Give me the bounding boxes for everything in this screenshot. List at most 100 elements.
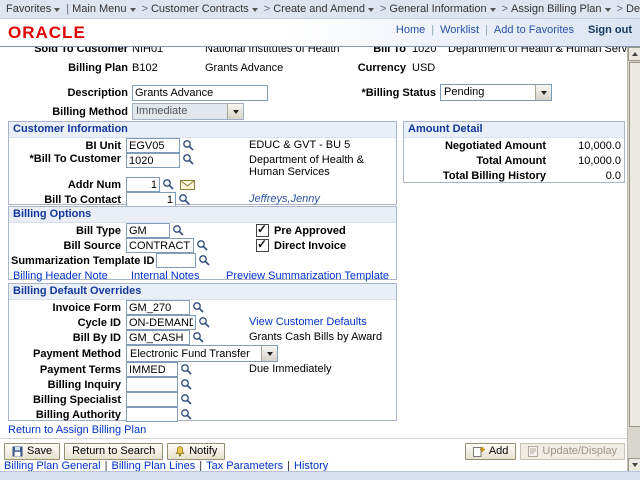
update-display-icon bbox=[528, 445, 539, 457]
home-link[interactable]: Home bbox=[396, 24, 425, 36]
breadcrumb-favorites-label: Favorites bbox=[6, 3, 52, 15]
negotiated-amount-value: 10,000.0 bbox=[578, 139, 621, 152]
breadcrumb-separator bbox=[502, 3, 508, 15]
amount-row: Total Amount 10,000.0 bbox=[404, 153, 624, 168]
direct-invoice-checkbox[interactable] bbox=[256, 237, 269, 252]
billing-inquiry-label: Billing Inquiry bbox=[47, 378, 121, 391]
sold-to-customer-label: Sold To Customer bbox=[34, 47, 128, 55]
caret-down-icon bbox=[604, 7, 611, 12]
mail-icon[interactable] bbox=[180, 179, 195, 190]
lookup-icon[interactable] bbox=[172, 224, 185, 237]
chevron-down-icon bbox=[227, 104, 243, 119]
lookup-icon[interactable] bbox=[180, 378, 193, 391]
field-row-bill-source: Bill Source Direct Invoice bbox=[9, 237, 396, 253]
lookup-icon[interactable] bbox=[192, 301, 205, 314]
lookup-icon[interactable] bbox=[192, 331, 205, 344]
payment-method-select[interactable]: Electronic Fund Transfer bbox=[126, 345, 278, 362]
header-bar: ORACLE Home Worklist Add to Favorites Si… bbox=[0, 19, 640, 47]
billing-specialist-input[interactable] bbox=[126, 392, 178, 407]
section-title: Amount Detail bbox=[404, 122, 624, 138]
payment-terms-input[interactable] bbox=[126, 362, 178, 377]
breadcrumb-general-information[interactable]: General Information bbox=[389, 3, 498, 15]
lookup-icon[interactable] bbox=[198, 316, 211, 329]
bill-to-contact-input[interactable] bbox=[126, 192, 176, 207]
add-to-favorites-link[interactable]: Add to Favorites bbox=[494, 24, 574, 36]
billing-options-links-row: Billing Header Note Internal Notes Previ… bbox=[9, 268, 396, 283]
summarization-template-id-input[interactable] bbox=[156, 253, 196, 268]
caret-down-icon bbox=[54, 7, 61, 12]
bill-by-id-label: Bill By ID bbox=[72, 331, 121, 344]
negotiated-amount-label: Negotiated Amount bbox=[444, 139, 546, 152]
cycle-id-label: Cycle ID bbox=[77, 316, 121, 329]
preview-summarization-template-link[interactable]: Preview Summarization Template bbox=[226, 270, 389, 282]
lookup-icon[interactable] bbox=[180, 393, 193, 406]
bottom-status-bar bbox=[0, 471, 640, 480]
invoice-form-input[interactable] bbox=[126, 300, 190, 315]
lookup-icon[interactable] bbox=[196, 239, 209, 252]
total-amount-value: 10,000.0 bbox=[578, 154, 621, 167]
worklist-link[interactable]: Worklist bbox=[440, 24, 479, 36]
lookup-icon[interactable] bbox=[178, 193, 191, 206]
bill-type-label: Bill Type bbox=[75, 224, 121, 237]
payment-method-label: Payment Method bbox=[32, 347, 121, 360]
return-to-assign-billing-plan-link[interactable]: Return to Assign Billing Plan bbox=[8, 424, 146, 436]
bill-to-contact-name: Jeffreys,Jenny bbox=[249, 193, 320, 205]
notify-button[interactable]: Notify bbox=[167, 442, 226, 460]
breadcrumb-separator bbox=[380, 3, 386, 15]
define-billing-plan-screen: Favorites Main Menu Customer Contracts C… bbox=[0, 0, 640, 480]
bill-to-value: 1020 bbox=[412, 47, 437, 55]
scroll-down-icon[interactable] bbox=[628, 458, 640, 472]
return-to-search-button[interactable]: Return to Search bbox=[64, 442, 164, 460]
chevron-down-icon bbox=[261, 346, 277, 361]
bill-by-id-desc: Grants Cash Bills by Award bbox=[249, 331, 383, 343]
breadcrumb-main-menu[interactable]: Main Menu bbox=[72, 3, 138, 15]
field-row-bill-type: Bill Type Pre Approved bbox=[9, 222, 396, 238]
breadcrumb-favorites[interactable]: Favorites bbox=[6, 3, 63, 15]
bill-to-desc: Department of Health & Human Services bbox=[448, 47, 627, 55]
sold-to-customer-value: NIH01 bbox=[132, 47, 164, 55]
sign-out-link[interactable]: Sign out bbox=[588, 24, 632, 36]
billing-header-note-link[interactable]: Billing Header Note bbox=[13, 270, 108, 282]
lookup-icon[interactable] bbox=[180, 363, 193, 376]
description-row: Description *Billing Status Pending bbox=[0, 84, 627, 101]
cycle-id-input[interactable] bbox=[126, 315, 196, 330]
amount-row: Total Billing History 0.0 bbox=[404, 168, 624, 183]
lookup-icon[interactable] bbox=[198, 254, 211, 267]
scrollbar-thumb[interactable] bbox=[629, 62, 640, 427]
caret-down-icon bbox=[367, 7, 374, 12]
add-button[interactable]: Add bbox=[464, 442, 517, 460]
breadcrumb-create-and-amend[interactable]: Create and Amend bbox=[273, 3, 377, 15]
save-button[interactable]: Save bbox=[4, 442, 61, 460]
breadcrumb-define-billing-plan[interactable]: Define Billing Plan bbox=[626, 3, 640, 15]
billing-inquiry-input[interactable] bbox=[126, 377, 178, 392]
lookup-icon[interactable] bbox=[182, 139, 195, 152]
vertical-scrollbar[interactable] bbox=[627, 47, 640, 472]
field-row-cycle-id: Cycle ID View Customer Defaults bbox=[9, 315, 396, 330]
breadcrumb-assign-billing-plan[interactable]: Assign Billing Plan bbox=[511, 3, 614, 15]
view-customer-defaults-link[interactable]: View Customer Defaults bbox=[249, 316, 367, 328]
caret-down-icon bbox=[129, 7, 136, 12]
lookup-icon[interactable] bbox=[180, 408, 193, 421]
bill-to-customer-input[interactable] bbox=[126, 153, 180, 168]
billing-status-select[interactable]: Pending bbox=[440, 84, 552, 101]
billing-authority-input[interactable] bbox=[126, 407, 178, 422]
addr-num-input[interactable] bbox=[126, 177, 160, 192]
lookup-icon[interactable] bbox=[182, 153, 195, 166]
bill-source-input[interactable] bbox=[126, 238, 194, 253]
bill-by-id-input[interactable] bbox=[126, 330, 190, 345]
breadcrumb-separator bbox=[617, 3, 623, 15]
lookup-icon[interactable] bbox=[162, 178, 175, 191]
bill-type-input[interactable] bbox=[126, 223, 170, 238]
scroll-up-icon[interactable] bbox=[628, 47, 640, 61]
pre-approved-checkbox[interactable] bbox=[256, 222, 269, 237]
breadcrumb-customer-contracts[interactable]: Customer Contracts bbox=[151, 3, 261, 15]
amount-row: Negotiated Amount 10,000.0 bbox=[404, 138, 624, 153]
toolbar-right-group: Add Update/Display bbox=[464, 442, 625, 460]
description-input[interactable] bbox=[132, 85, 268, 101]
payment-terms-desc: Due Immediately bbox=[249, 363, 332, 375]
notify-bell-icon bbox=[175, 445, 185, 457]
addr-num-label: Addr Num bbox=[67, 178, 121, 191]
bi-unit-input[interactable] bbox=[126, 138, 180, 153]
direct-invoice-field: Direct Invoice bbox=[256, 237, 346, 252]
internal-notes-link[interactable]: Internal Notes bbox=[131, 270, 199, 282]
